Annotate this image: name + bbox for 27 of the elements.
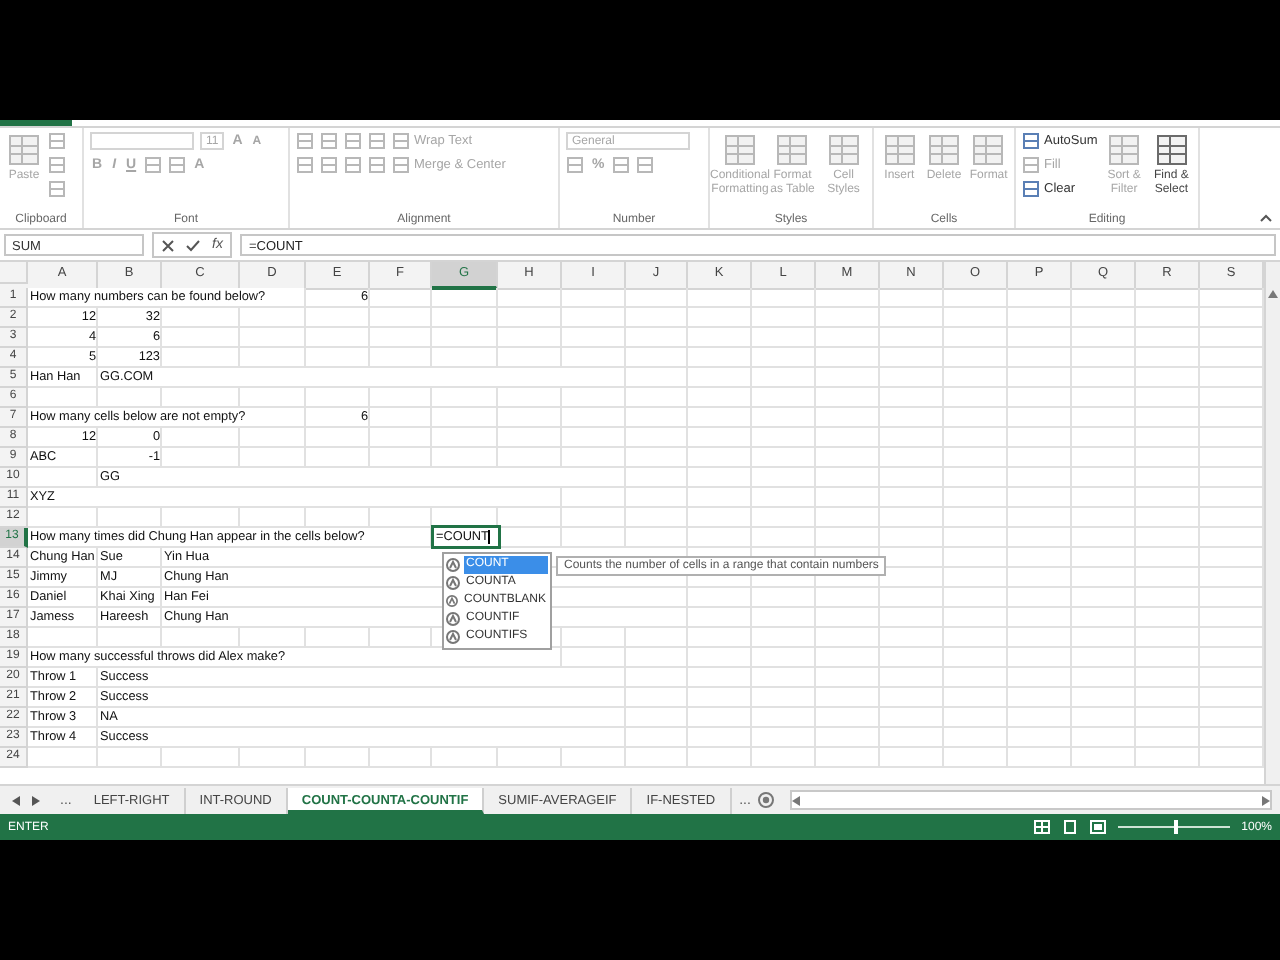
page-break-icon[interactable] <box>1089 820 1106 834</box>
command-icon[interactable] <box>1022 180 1040 198</box>
table-icon <box>925 132 962 168</box>
vertical-scrollbar[interactable] <box>1264 262 1280 784</box>
table-icon <box>722 132 758 168</box>
collapse-ribbon-icon[interactable] <box>1260 214 1272 222</box>
scroll-right-icon[interactable] <box>1262 795 1270 805</box>
horizontal-scrollbar[interactable] <box>790 790 1272 810</box>
next-sheet-icon[interactable] <box>32 795 40 805</box>
command-icon <box>1153 132 1190 168</box>
table-icon <box>825 132 862 168</box>
file-tab[interactable] <box>0 120 72 126</box>
zoom-thumb[interactable] <box>1173 820 1178 834</box>
table-icon <box>881 132 918 168</box>
scroll-up-icon[interactable] <box>1268 290 1278 298</box>
normal-view-icon[interactable] <box>1033 820 1050 834</box>
scroll-left-icon[interactable] <box>792 795 801 805</box>
checkmark-icon[interactable] <box>186 239 200 251</box>
add-sheet-icon[interactable] <box>758 792 775 808</box>
command-icon <box>1106 132 1143 168</box>
select-all-corner[interactable] <box>0 262 28 284</box>
table-icon <box>774 132 811 168</box>
previous-sheet-icon[interactable] <box>12 795 20 805</box>
close-icon[interactable] <box>162 239 174 251</box>
page-layout-icon[interactable] <box>1061 820 1078 834</box>
table-icon <box>970 132 1007 168</box>
command-icon[interactable] <box>1022 132 1040 150</box>
